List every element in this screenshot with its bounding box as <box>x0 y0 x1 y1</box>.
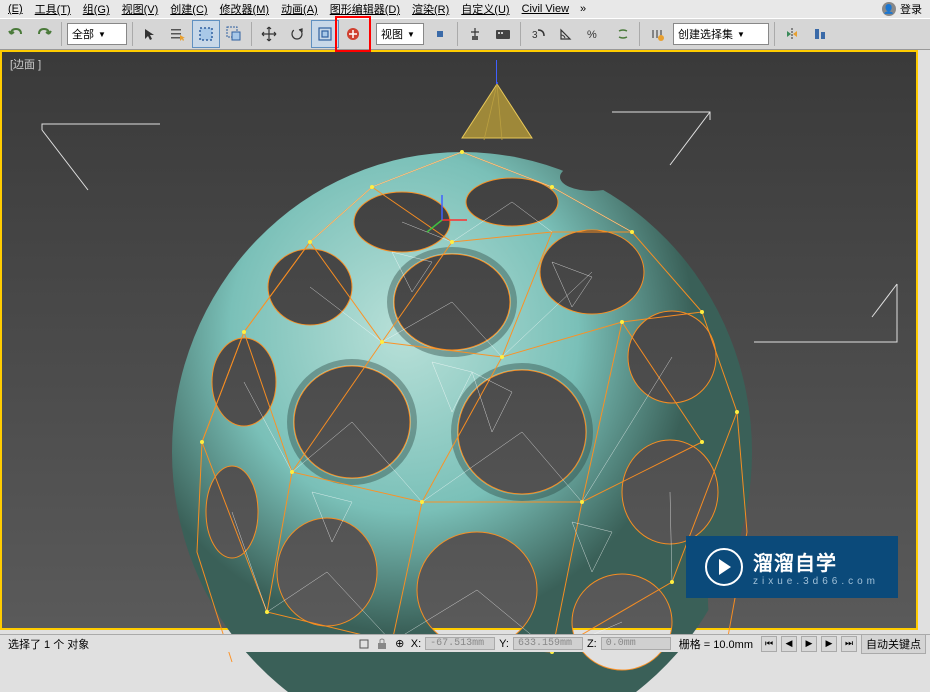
chevron-down-icon: ▼ <box>407 30 415 39</box>
play-button[interactable]: ▶ <box>801 636 817 652</box>
mirror-button[interactable] <box>778 20 806 48</box>
cursor-icon <box>140 24 160 44</box>
login-button[interactable]: 👤 登录 <box>874 1 930 17</box>
align-button[interactable] <box>806 20 834 48</box>
menu-create[interactable]: 创建(C) <box>164 1 213 17</box>
sphere-mesh <box>172 132 752 692</box>
edit-set-icon <box>647 24 667 44</box>
login-label: 登录 <box>900 1 922 17</box>
pivot-center-button[interactable] <box>426 20 454 48</box>
user-icon: 👤 <box>882 2 896 16</box>
keyboard-icon <box>493 24 513 44</box>
move-icon <box>259 24 279 44</box>
menu-tools[interactable]: 工具(T) <box>29 1 77 17</box>
statusbar: 选择了 1 个 对象 ⊕ X: -67.513mm Y: 633.159mm Z… <box>0 634 930 652</box>
menu-render[interactable]: 渲染(R) <box>406 1 455 17</box>
spinner-snap-button[interactable] <box>608 20 636 48</box>
select-object-button[interactable] <box>136 20 164 48</box>
menu-group[interactable]: 组(G) <box>77 1 116 17</box>
menu-view[interactable]: 视图(V) <box>116 1 165 17</box>
menu-animation[interactable]: 动画(A) <box>275 1 324 17</box>
menu-graph[interactable]: 图形编辑器(D) <box>324 1 406 17</box>
placement-button[interactable] <box>339 20 367 48</box>
viewport-mode-label: [边面 ] <box>10 56 41 72</box>
menu-modifier[interactable]: 修改器(M) <box>214 1 276 17</box>
svg-text:3: 3 <box>532 30 538 41</box>
menubar: (E) 工具(T) 组(G) 视图(V) 创建(C) 修改器(M) 动画(A) … <box>0 0 930 18</box>
angle-snap-button[interactable] <box>552 20 580 48</box>
grid-label: 栅格 = 10.0mm <box>675 636 757 652</box>
create-set-label: 创建选择集 <box>678 26 733 42</box>
watermark-title: 溜溜自学 <box>753 547 879 576</box>
svg-text:%: % <box>587 29 597 41</box>
manipulate-icon <box>465 24 485 44</box>
redo-button[interactable] <box>30 20 58 48</box>
goto-start-button[interactable]: ⏮ <box>761 636 777 652</box>
x-coord-value[interactable]: -67.513mm <box>425 637 495 650</box>
crossing-icon <box>224 24 244 44</box>
play-icon <box>705 548 743 586</box>
percent-snap-button[interactable]: % <box>580 20 608 48</box>
goto-end-button[interactable]: ⏭ <box>841 636 857 652</box>
coord-display-icon[interactable]: ⊕ <box>393 637 407 651</box>
spinner-icon <box>612 24 632 44</box>
viewport[interactable]: [边面 ] <box>0 50 918 630</box>
keyboard-shortcut-button[interactable] <box>489 20 517 48</box>
autokey-button[interactable]: 自动关键点 <box>861 634 926 654</box>
y-coord-label: Y: <box>499 638 509 650</box>
rotate-button[interactable] <box>283 20 311 48</box>
snap-toggle-button[interactable]: 3 <box>524 20 552 48</box>
z-coord-value[interactable]: 0.0mm <box>601 637 671 650</box>
move-button[interactable] <box>255 20 283 48</box>
next-frame-button[interactable]: ▶ <box>821 636 837 652</box>
list-select-icon <box>168 24 188 44</box>
pivot-icon <box>430 24 450 44</box>
z-coord-label: Z: <box>587 638 597 650</box>
rotate-icon <box>287 24 307 44</box>
angle-snap-icon <box>556 24 576 44</box>
watermark-badge: 溜溜自学 zixue.3d66.com <box>686 536 898 598</box>
isolate-icon[interactable] <box>357 637 371 651</box>
main-toolbar: 全部 ▼ 视图 ▼ 3 % 创建选择集 ▼ <box>0 18 930 50</box>
ref-coord-dropdown[interactable]: 视图 ▼ <box>376 23 424 45</box>
scale-icon <box>315 24 335 44</box>
light-bracket-right <box>752 282 912 352</box>
undo-icon <box>6 24 26 44</box>
scale-button[interactable] <box>311 20 339 48</box>
watermark-url: zixue.3d66.com <box>753 576 879 587</box>
selection-filter-dropdown[interactable]: 全部 ▼ <box>67 23 127 45</box>
coord-label: 视图 <box>381 26 403 42</box>
selection-count-label: 选择了 1 个 对象 <box>4 636 93 652</box>
named-selection-edit-button[interactable] <box>643 20 671 48</box>
redo-icon <box>34 24 54 44</box>
select-by-name-button[interactable] <box>164 20 192 48</box>
align-icon <box>810 24 830 44</box>
rectangle-select-button[interactable] <box>192 20 220 48</box>
menu-edit[interactable]: (E) <box>2 3 29 15</box>
place-icon <box>343 24 363 44</box>
y-coord-value[interactable]: 633.159mm <box>513 637 583 650</box>
named-selection-dropdown[interactable]: 创建选择集 ▼ <box>673 23 769 45</box>
menu-overflow[interactable]: » <box>575 3 591 15</box>
manipulate-button[interactable] <box>461 20 489 48</box>
menu-custom[interactable]: 自定义(U) <box>455 1 515 17</box>
chevron-down-icon: ▼ <box>737 30 745 39</box>
light-bracket-left <box>40 122 170 192</box>
x-coord-label: X: <box>411 638 421 650</box>
snap-icon: 3 <box>528 24 548 44</box>
lock-icon[interactable] <box>375 637 389 651</box>
marquee-icon <box>196 24 216 44</box>
percent-icon: % <box>584 24 604 44</box>
filter-label: 全部 <box>72 26 94 42</box>
chevron-down-icon: ▼ <box>98 30 106 39</box>
prev-frame-button[interactable]: ◀ <box>781 636 797 652</box>
window-crossing-button[interactable] <box>220 20 248 48</box>
mirror-icon <box>782 24 802 44</box>
undo-button[interactable] <box>2 20 30 48</box>
menu-civil[interactable]: Civil View <box>516 3 575 15</box>
